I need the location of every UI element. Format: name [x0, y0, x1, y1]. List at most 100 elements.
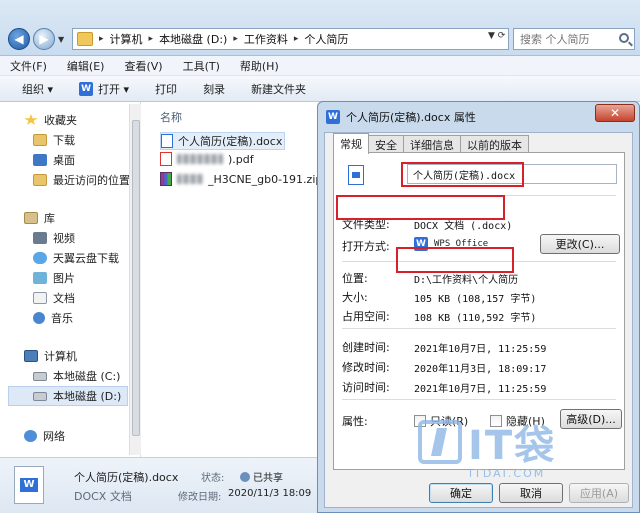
nav-disk-c[interactable]: 本地磁盘 (C:)	[33, 366, 120, 386]
file-item-pdf[interactable]: ).pdf	[160, 152, 254, 166]
attributes-label: 属性:	[342, 415, 368, 428]
wps-icon: W	[326, 110, 340, 124]
command-bar: 组织 ▾ W 打开 ▾ 打印 刻录 新建文件夹	[0, 76, 640, 102]
accessed-label: 访问时间:	[342, 381, 390, 394]
burn-button[interactable]: 刻录	[203, 81, 225, 97]
address-dropdown-icon[interactable]: ▼ ⟳	[488, 31, 505, 41]
nav-network[interactable]: 网络	[24, 426, 65, 446]
breadcrumb-disk-d[interactable]: 本地磁盘 (D:)	[159, 31, 227, 47]
search-icon[interactable]	[619, 33, 629, 43]
modified-label: 修改时间:	[342, 361, 390, 374]
forward-button[interactable]: ▶	[33, 28, 55, 50]
nav-favorites[interactable]: 收藏夹	[24, 110, 77, 130]
watermark-site: ITDAI.COM	[468, 467, 546, 480]
menu-bar: 文件(F) 编辑(E) 查看(V) 工具(T) 帮助(H)	[0, 56, 640, 76]
breadcrumb-computer[interactable]: 计算机	[110, 31, 143, 47]
ok-button[interactable]: 确定	[429, 483, 493, 503]
chevron-right-icon[interactable]: ▸	[294, 34, 299, 44]
nav-music[interactable]: 音乐	[33, 308, 73, 328]
filename-input[interactable]	[413, 168, 613, 180]
divider	[342, 261, 616, 262]
menu-view[interactable]: 查看(V)	[124, 58, 162, 74]
breadcrumb-resume[interactable]: 个人简历	[304, 31, 348, 47]
disk-size-value: 108 KB (110,592 字节)	[414, 313, 537, 324]
cancel-button[interactable]: 取消	[499, 483, 563, 503]
nav-recent[interactable]: 最近访问的位置	[33, 170, 130, 190]
download-folder-icon	[33, 134, 47, 146]
dialog-title: 个人简历(定稿).docx 属性	[346, 111, 476, 124]
menu-edit[interactable]: 编辑(E)	[67, 58, 105, 74]
modified-value: 2020年11月3日, 18:09:17	[414, 364, 547, 375]
library-icon	[24, 212, 38, 224]
details-state-label: 状态:	[201, 473, 225, 484]
nav-label: 最近访问的位置	[53, 174, 130, 187]
file-name: 个人简历(定稿).docx	[178, 135, 283, 148]
tab-general[interactable]: 常规	[333, 133, 369, 154]
print-button[interactable]: 打印	[155, 81, 177, 97]
file-list: 名称 个人简历(定稿).docx ).pdf _H3CNE_gb0-191.zi…	[142, 102, 322, 457]
menu-file[interactable]: 文件(F)	[10, 58, 47, 74]
nav-disk-d[interactable]: 本地磁盘 (D:)	[8, 386, 128, 406]
column-header-name[interactable]: 名称	[160, 109, 182, 125]
filename-field[interactable]	[407, 164, 617, 184]
nav-label: 天翼云盘下载	[53, 252, 119, 265]
nav-desktop[interactable]: 桌面	[33, 150, 75, 170]
chevron-right-icon[interactable]: ▸	[233, 34, 238, 44]
organize-button[interactable]: 组织 ▾	[22, 81, 53, 97]
address-field[interactable]: ▸ 计算机 ▸ 本地磁盘 (D:) ▸ 工作资料 ▸ 个人简历	[72, 28, 509, 50]
size-value: 105 KB (108,157 字节)	[414, 294, 537, 305]
size-label: 大小:	[342, 291, 368, 304]
nav-downloads[interactable]: 下载	[33, 130, 75, 150]
disk-size-label: 占用空间:	[342, 310, 390, 323]
chevron-right-icon[interactable]: ▸	[149, 34, 154, 44]
pdf-file-icon	[160, 152, 172, 166]
zip-archive-icon	[160, 172, 172, 186]
details-modified-label: 修改日期:	[178, 492, 222, 503]
nav-label: 网络	[43, 430, 65, 443]
details-state: 已共享	[240, 469, 283, 484]
back-button[interactable]: ◀	[8, 28, 30, 50]
wps-icon: W	[414, 237, 428, 251]
file-name: ).pdf	[228, 152, 254, 166]
new-folder-button[interactable]: 新建文件夹	[251, 81, 306, 97]
advanced-button[interactable]: 高级(D)...	[560, 409, 622, 429]
nav-pictures[interactable]: 图片	[33, 268, 75, 288]
open-button[interactable]: W 打开 ▾	[79, 81, 129, 97]
nav-documents[interactable]: 文档	[33, 288, 75, 308]
open-with-value: WPS Office	[434, 239, 489, 249]
shared-icon	[240, 471, 250, 482]
created-value: 2021年10月7日, 11:25:59	[414, 344, 547, 355]
details-modified-value: 2020/11/3 18:09	[228, 488, 312, 499]
nav-label: 收藏夹	[44, 114, 77, 127]
apply-button[interactable]: 应用(A)	[569, 483, 629, 503]
menu-tools[interactable]: 工具(T)	[183, 58, 220, 74]
menu-help[interactable]: 帮助(H)	[240, 58, 279, 74]
drive-icon	[33, 391, 47, 401]
chevron-right-icon[interactable]: ▸	[99, 34, 104, 44]
search-box[interactable]	[513, 28, 635, 50]
file-item-zip[interactable]: _H3CNE_gb0-191.zip	[160, 172, 322, 186]
navigation-pane: 收藏夹 下载 桌面 最近访问的位置 库 视频 天翼云盘下载 图片 文档 音乐 计…	[0, 102, 141, 457]
search-input[interactable]	[520, 32, 612, 46]
scrollbar-thumb[interactable]	[132, 120, 140, 436]
change-button[interactable]: 更改(C)...	[540, 234, 620, 254]
nav-cloud-download[interactable]: 天翼云盘下载	[33, 248, 119, 268]
dialog-title-bar[interactable]: W 个人简历(定稿).docx 属性	[326, 109, 476, 125]
open-label: 打开 ▾	[98, 82, 130, 96]
divider	[342, 328, 616, 329]
nav-label: 桌面	[53, 154, 75, 167]
nav-libraries[interactable]: 库	[24, 208, 55, 228]
open-with-label: 打开方式:	[342, 240, 390, 253]
watermark-brand: IT袋	[468, 423, 557, 469]
nav-scrollbar[interactable]	[129, 104, 141, 455]
accessed-value: 2021年10月7日, 11:25:59	[414, 384, 547, 395]
nav-videos[interactable]: 视频	[33, 228, 75, 248]
network-icon	[24, 430, 37, 442]
recent-pages-dropdown[interactable]: ▼	[58, 35, 64, 44]
document-icon	[348, 165, 364, 185]
breadcrumb-work[interactable]: 工作资料	[244, 31, 288, 47]
file-item-docx[interactable]: 个人简历(定稿).docx	[160, 132, 286, 150]
location-label: 位置:	[342, 272, 368, 285]
close-button[interactable]: ✕	[595, 104, 635, 122]
nav-computer[interactable]: 计算机	[24, 346, 77, 366]
